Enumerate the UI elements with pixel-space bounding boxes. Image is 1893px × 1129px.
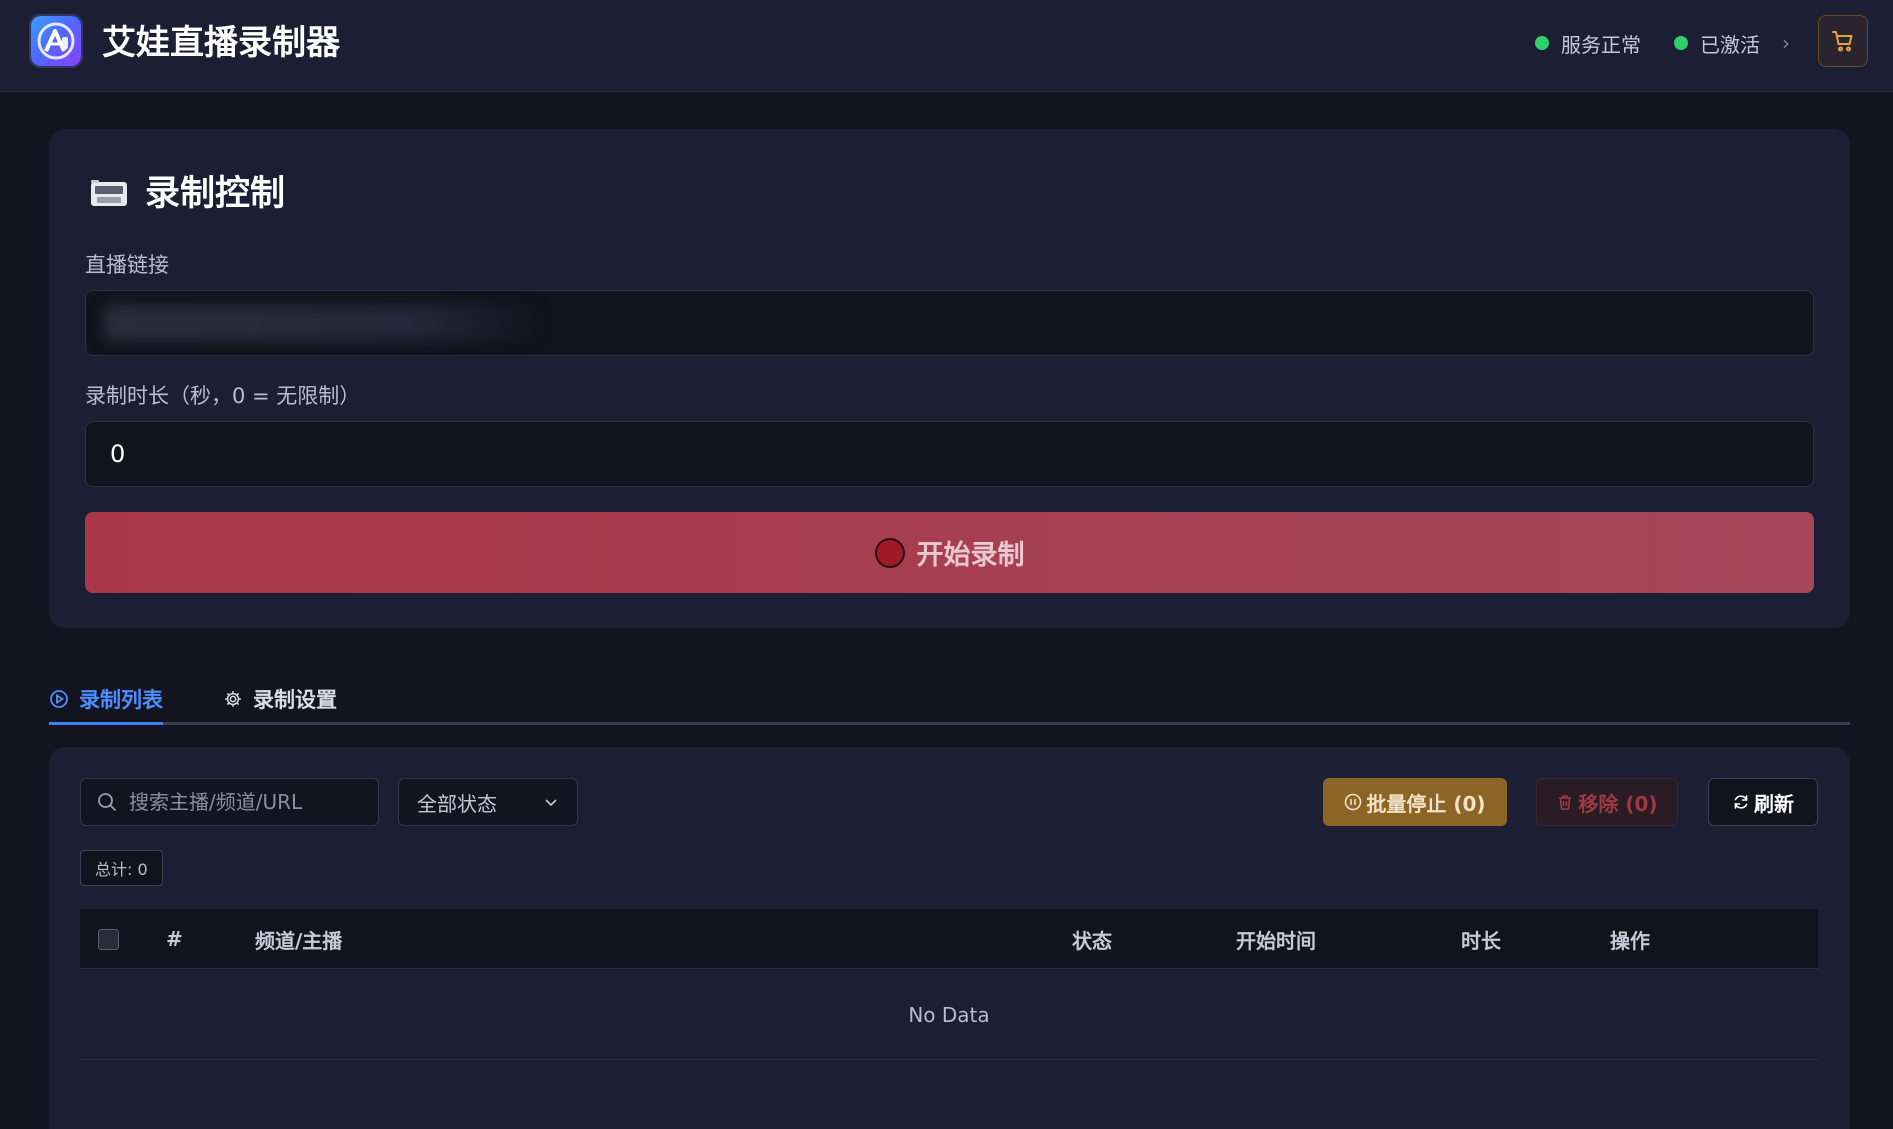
start-recording-label: 开始录制 xyxy=(916,540,1025,571)
control-title: 录制控制 xyxy=(145,174,286,214)
active-tab-indicator xyxy=(49,722,163,725)
batch-stop-button[interactable]: 批量停止 (0) xyxy=(1323,778,1507,826)
app-logo-icon xyxy=(29,14,83,68)
activation-status[interactable]: 已激活 xyxy=(1674,29,1760,57)
live-link-field[interactable] xyxy=(85,290,1814,356)
empty-table-message: No Data xyxy=(80,970,1818,1060)
service-status-label: 服务正常 xyxy=(1561,32,1641,57)
chevron-down-icon xyxy=(545,799,557,807)
column-actions: 操作 xyxy=(1610,928,1650,953)
trash-icon xyxy=(1559,795,1572,810)
tab-recording-list[interactable]: 录制列表 xyxy=(49,672,163,725)
refresh-label: 刷新 xyxy=(1754,791,1794,816)
chevron-right-icon[interactable]: › xyxy=(1782,29,1790,57)
cart-icon xyxy=(1832,31,1853,52)
app-header: 艾娃直播录制器 服务正常 已激活 › xyxy=(0,0,1893,92)
activation-status-label: 已激活 xyxy=(1700,32,1760,57)
duration-field[interactable] xyxy=(85,421,1814,487)
tab-recording-list-label: 录制列表 xyxy=(79,687,163,712)
table-header: # 频道/主播 状态 开始时间 时长 操作 xyxy=(80,909,1818,969)
service-status: 服务正常 xyxy=(1535,29,1641,57)
status-filter-value: 全部状态 xyxy=(417,791,497,816)
total-count-badge: 总计: 0 xyxy=(80,850,163,886)
pause-circle-icon xyxy=(1345,793,1362,811)
column-index: # xyxy=(166,927,183,951)
tab-recording-settings[interactable]: 录制设置 xyxy=(223,672,337,725)
duration-input[interactable] xyxy=(86,422,1813,486)
search-icon xyxy=(98,793,116,811)
select-all-checkbox[interactable] xyxy=(98,929,119,950)
search-input[interactable] xyxy=(129,790,369,814)
batch-stop-label: 批量停止 (0) xyxy=(1366,791,1486,816)
column-status: 状态 xyxy=(1072,928,1112,953)
refresh-icon xyxy=(1734,795,1748,809)
column-start-time: 开始时间 xyxy=(1236,928,1316,953)
column-duration: 时长 xyxy=(1461,928,1501,953)
remove-label: 移除 (0) xyxy=(1578,791,1658,816)
status-filter-select[interactable]: 全部状态 xyxy=(398,778,578,826)
tab-recording-settings-label: 录制设置 xyxy=(253,687,337,712)
gear-icon xyxy=(225,690,241,707)
link-label: 直播链接 xyxy=(85,253,169,277)
app-title: 艾娃直播录制器 xyxy=(102,23,340,63)
redacted-link-value xyxy=(104,305,544,341)
record-dot-icon xyxy=(874,537,905,568)
remove-button[interactable]: 移除 (0) xyxy=(1536,778,1678,826)
tab-bar: 录制列表 录制设置 xyxy=(49,672,1850,725)
duration-label: 录制时长（秒，0 = 无限制） xyxy=(85,384,361,408)
search-box[interactable] xyxy=(80,778,379,826)
status-ok-dot-icon xyxy=(1535,36,1549,50)
cart-button[interactable] xyxy=(1818,15,1868,67)
recorder-icon xyxy=(89,178,129,214)
play-circle-icon xyxy=(50,689,68,708)
status-ok-dot-icon xyxy=(1674,36,1688,50)
start-recording-button[interactable]: 开始录制 xyxy=(85,512,1814,593)
column-channel: 频道/主播 xyxy=(255,928,343,953)
refresh-button[interactable]: 刷新 xyxy=(1708,778,1818,826)
